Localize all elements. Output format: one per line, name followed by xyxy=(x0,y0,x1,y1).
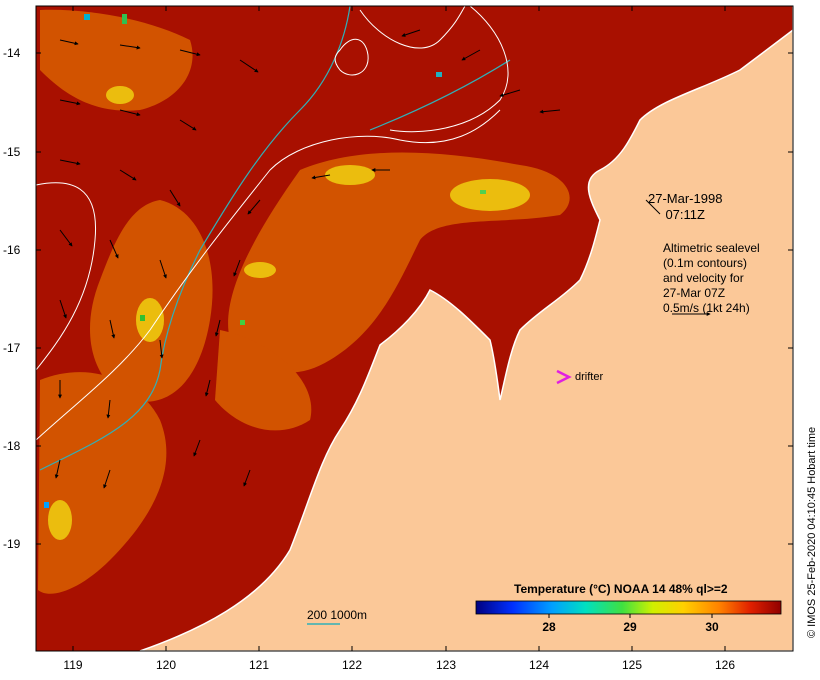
credit-text: © IMOS 25-Feb-2020 04:10:45 Hobart time xyxy=(806,426,818,638)
lon-label: 120 xyxy=(155,658,177,672)
lat-label: -16 xyxy=(3,243,21,257)
drifter-label: drifter xyxy=(575,371,604,383)
colorbar-tick-label: 30 xyxy=(705,620,719,634)
colorbar-tick-label: 28 xyxy=(542,620,556,634)
lon-label: 126 xyxy=(714,658,736,672)
lat-label: -17 xyxy=(3,341,21,355)
lon-label: 119 xyxy=(63,658,83,672)
info-line: 0.5m/s (1kt 24h) xyxy=(663,301,750,315)
lat-label: -18 xyxy=(3,439,21,453)
sst-map xyxy=(35,5,794,652)
observation-date: 27-Mar-1998 xyxy=(648,191,723,206)
lon-label: 124 xyxy=(528,658,550,672)
observation-datetime: 27-Mar-1998 07:11Z xyxy=(648,191,722,223)
lon-label: 121 xyxy=(248,658,270,672)
lon-label: 125 xyxy=(621,658,643,672)
info-line: Altimetric sealevel xyxy=(663,241,760,255)
lon-label: 122 xyxy=(341,658,363,672)
lat-label: -15 xyxy=(3,145,21,159)
lon-label: 123 xyxy=(435,658,457,672)
lat-label: -19 xyxy=(3,537,21,551)
depth-contour-label: 200 1000m xyxy=(307,608,368,622)
info-line: and velocity for xyxy=(663,271,744,285)
lat-label: -14 xyxy=(3,46,21,60)
observation-time: 07:11Z xyxy=(665,207,705,222)
colorbar-title: Temperature (°C) NOAA 14 48% ql>=2 xyxy=(514,582,728,596)
colorbar-tick-label: 29 xyxy=(623,620,637,634)
colorbar xyxy=(475,600,782,615)
sealevel-info: Altimetric sealevel (0.1m contours) and … xyxy=(663,241,760,316)
info-line: (0.1m contours) xyxy=(663,256,748,270)
info-line: 27-Mar 07Z xyxy=(663,286,726,300)
